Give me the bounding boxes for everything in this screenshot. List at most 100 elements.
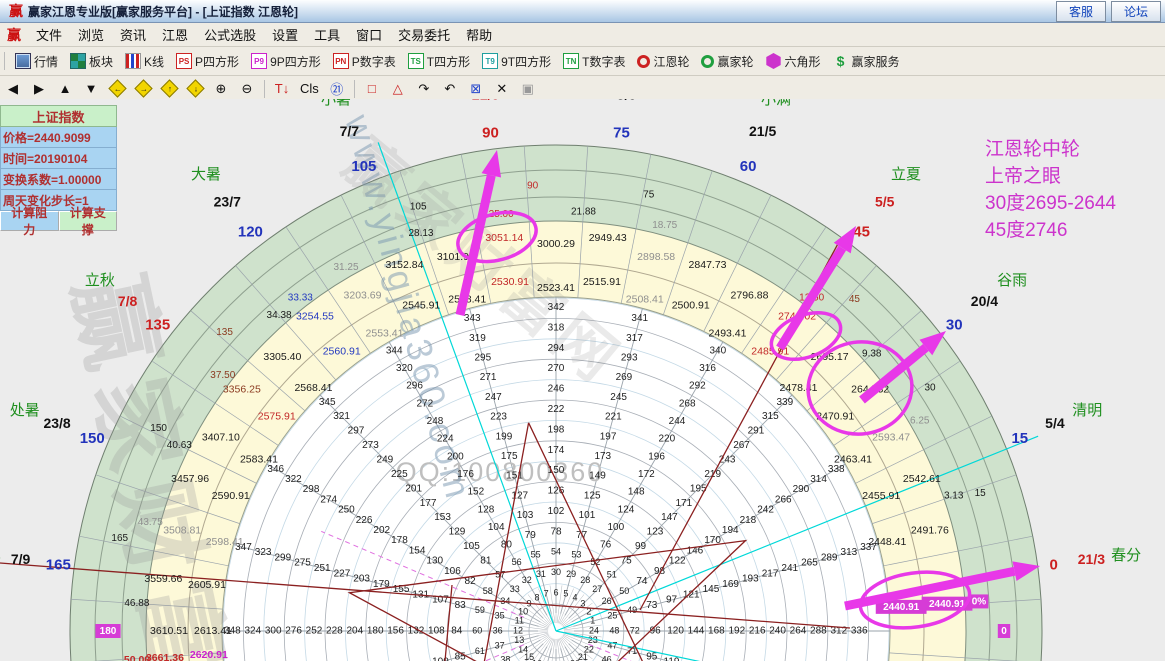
toolbar-label-P数字表: P数字表 [351, 54, 396, 69]
box-x-icon[interactable]: ⊠ [468, 81, 484, 97]
rotate-cw-icon[interactable]: ↷ [416, 81, 432, 97]
zoom-out-icon[interactable]: ⊖ [239, 81, 255, 97]
svg-text:289: 289 [821, 552, 838, 563]
svg-text:3407.10: 3407.10 [202, 431, 240, 443]
svg-text:269: 269 [616, 372, 633, 383]
svg-text:193: 193 [742, 574, 759, 585]
menu-item-文件[interactable]: 文件 [28, 25, 70, 44]
menu-item-窗口[interactable]: 窗口 [348, 25, 390, 44]
calc-support-button[interactable]: 计算支撑 [58, 206, 117, 237]
svg-text:151: 151 [506, 471, 523, 482]
tri-down-icon[interactable]: ▼ [83, 81, 99, 96]
svg-text:244: 244 [669, 416, 686, 427]
calc-resistance-button[interactable]: 计算阻力 [0, 206, 59, 237]
clear-tool-icon[interactable]: ▣ [520, 81, 536, 97]
diamond-down-icon[interactable]: ↓ [185, 79, 205, 98]
svg-text:340: 340 [709, 345, 726, 356]
toolbar-label-江恩轮: 江恩轮 [653, 54, 690, 69]
svg-text:3203.69: 3203.69 [344, 290, 382, 302]
titlebar-button-forum[interactable]: 论坛 [1110, 0, 1161, 22]
svg-text:323: 323 [255, 547, 272, 558]
toolbar-item-T数字表[interactable]: TN T数字表 [563, 53, 625, 70]
svg-text:15: 15 [1011, 430, 1028, 447]
svg-text:124: 124 [618, 504, 635, 515]
svg-text:224: 224 [437, 434, 454, 445]
toolbar-item-六角形[interactable]: 六角形 [766, 53, 821, 70]
calendar-21-icon[interactable]: ㉑ [329, 79, 345, 98]
toolbar-item-行情[interactable]: 行情 [15, 53, 58, 70]
menu-item-设置[interactable]: 设置 [264, 25, 306, 44]
toolbar-item-板块[interactable]: 板块 [70, 53, 113, 70]
t-arrow-icon[interactable]: T↓ [274, 81, 290, 96]
svg-text:201: 201 [405, 483, 422, 494]
svg-text:2605.91: 2605.91 [188, 579, 226, 591]
svg-text:199: 199 [496, 431, 513, 442]
menu-item-交易委托[interactable]: 交易委托 [390, 25, 458, 44]
svg-text:216: 216 [749, 626, 766, 637]
triangle-tool-icon[interactable]: △ [390, 81, 406, 97]
svg-text:296: 296 [406, 381, 423, 392]
rect-tool-icon[interactable]: □ [364, 81, 380, 96]
toolbar-item-K线[interactable]: K线 [125, 53, 164, 70]
toolbar-label-赢家服务: 赢家服务 [851, 54, 900, 69]
svg-text:2847.73: 2847.73 [689, 259, 727, 271]
svg-text:74: 74 [636, 576, 648, 587]
scale-tool-icon[interactable]: ✕ [494, 81, 510, 97]
svg-text:153: 153 [434, 512, 451, 523]
diamond-up-icon[interactable]: ↑ [159, 79, 179, 98]
svg-text:342: 342 [548, 302, 565, 313]
nav-left-icon[interactable]: ◀ [5, 81, 21, 97]
menu-item-江恩[interactable]: 江恩 [154, 25, 196, 44]
rotate-ccw-icon[interactable]: ↶ [442, 81, 458, 97]
svg-text:344: 344 [386, 345, 403, 356]
tri-up-icon[interactable]: ▲ [57, 81, 73, 96]
svg-text:23: 23 [588, 635, 598, 645]
svg-text:3661.36: 3661.36 [146, 652, 184, 661]
svg-text:25: 25 [607, 610, 617, 620]
toolbar-item-赢家轮[interactable]: 赢家轮 [701, 53, 754, 70]
toolbar-item-T四方形[interactable]: TS T四方形 [407, 53, 470, 70]
svg-text:78: 78 [550, 526, 562, 537]
svg-text:341: 341 [631, 313, 648, 324]
svg-text:处暑: 处暑 [10, 402, 40, 419]
svg-text:3559.66: 3559.66 [144, 573, 182, 585]
gann-wheel-canvas[interactable]: QQ:100800360 www.yingjia360.com 赢家财富网 赢家财富网… [0, 99, 1165, 661]
cls-button[interactable]: Cls [300, 81, 319, 96]
menu-item-帮助[interactable]: 帮助 [458, 25, 500, 44]
menu-item-工具[interactable]: 工具 [306, 25, 348, 44]
ps-icon: PS [176, 53, 193, 69]
hexagon-icon [766, 53, 781, 69]
toolbar-label-P四方形: P四方形 [195, 54, 240, 69]
toolbar-item-赢家服务[interactable]: $ 赢家服务 [833, 53, 900, 70]
nav-right-icon[interactable]: ▶ [31, 81, 47, 97]
zoom-in-icon[interactable]: ⊕ [213, 81, 229, 97]
svg-text:293: 293 [621, 352, 638, 363]
toolbar-item-P数字表[interactable]: PN P数字表 [332, 53, 396, 70]
svg-text:2440.91: 2440.91 [883, 602, 920, 613]
svg-text:165: 165 [46, 556, 71, 573]
svg-text:59: 59 [475, 605, 485, 615]
menu-item-公式选股[interactable]: 公式选股 [196, 25, 264, 44]
diamond-left-icon[interactable]: ← [107, 79, 127, 98]
svg-text:大暑: 大暑 [191, 166, 221, 183]
diamond-up-icon: ↑ [159, 79, 179, 98]
svg-text:31: 31 [536, 569, 546, 579]
svg-text:45: 45 [849, 294, 861, 305]
toolbar-item-9T四方形[interactable]: T9 9T四方形 [482, 53, 551, 70]
svg-text:336: 336 [851, 626, 868, 637]
svg-text:292: 292 [689, 381, 706, 392]
toolbar-label-赢家轮: 赢家轮 [717, 54, 754, 69]
toolbar-item-江恩轮[interactable]: 江恩轮 [637, 53, 689, 70]
svg-text:2949.43: 2949.43 [589, 232, 627, 244]
svg-text:90: 90 [527, 180, 539, 191]
toolbar-label-K线: K线 [144, 54, 165, 69]
menu-item-浏览[interactable]: 浏览 [70, 25, 112, 44]
diamond-down-icon: ↓ [185, 79, 205, 98]
svg-text:180: 180 [100, 626, 117, 637]
menu-item-资讯[interactable]: 资讯 [112, 25, 154, 44]
svg-text:3000.29: 3000.29 [537, 238, 575, 250]
toolbar-item-9P四方形[interactable]: P9 9P四方形 [251, 53, 321, 70]
diamond-right-icon[interactable]: → [133, 79, 153, 98]
titlebar-button-service[interactable]: 客服 [1055, 0, 1106, 22]
toolbar-item-P四方形[interactable]: PS P四方形 [176, 53, 239, 70]
